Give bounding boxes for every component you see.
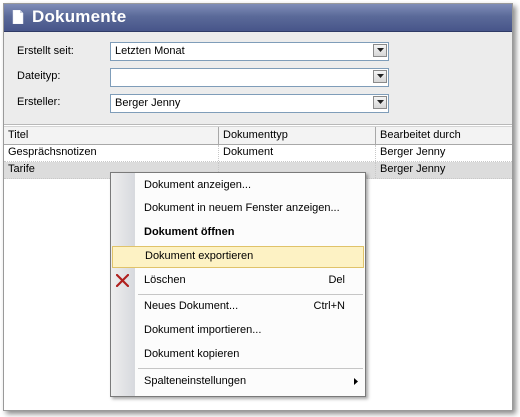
created-since-value: Letzten Monat [115,45,185,57]
column-header-type[interactable]: Dokumenttyp [219,127,376,144]
created-since-label: Erstellt seit: [17,45,74,57]
created-since-combo[interactable]: Letzten Monat [110,42,389,61]
menu-item-label: Dokument öffnen [144,226,235,238]
menu-separator [138,368,363,369]
menu-separator [138,294,363,295]
menu-item-shortcut: Ctrl+N [313,300,345,312]
chevron-down-icon [377,48,384,52]
menu-item-label: Dokument anzeigen... [144,179,252,191]
file-type-combo[interactable] [110,68,389,87]
chevron-down-icon [377,74,384,78]
menu-item-label: Dokument importieren... [144,324,262,336]
dropdown-button[interactable] [373,44,387,57]
document-icon [12,10,24,24]
column-header-title[interactable]: Titel [4,127,219,144]
creator-label: Ersteller: [17,96,61,108]
cell-type: Dokument [219,145,376,161]
table-row[interactable]: Gesprächsnotizen Dokument Berger Jenny [4,145,512,162]
menu-item-label: Dokument in neuem Fenster anzeigen... [144,202,340,214]
grid-header: Titel Dokumenttyp Bearbeitet durch [4,126,512,145]
cell-title: Gesprächsnotizen [4,145,219,161]
menu-item-open-document[interactable]: Dokument öffnen [111,222,365,244]
menu-item-show-in-new-window[interactable]: Dokument in neuem Fenster anzeigen... [111,198,365,220]
menu-item-label: Spalteneinstellungen [144,375,247,387]
column-header-edited-by[interactable]: Bearbeitet durch [376,127,512,144]
menu-item-label: Neues Dokument... [144,300,239,312]
menu-item-show-document[interactable]: Dokument anzeigen... [111,175,365,197]
title-bar: Dokumente [4,4,512,32]
file-type-label: Dateityp: [17,70,61,82]
menu-item-label: Dokument kopieren [144,348,240,360]
menu-item-new-document[interactable]: Neues Dokument... Ctrl+N [111,296,365,318]
window-title: Dokumente [32,7,127,26]
menu-item-label: Löschen [144,274,186,286]
menu-item-column-settings[interactable]: Spalteneinstellungen [111,371,365,393]
menu-item-shortcut: Del [328,274,345,286]
filter-panel: Erstellt seit: Letzten Monat Dateityp: E… [4,32,512,125]
documents-window: Dokumente Erstellt seit: Letzten Monat D… [3,3,513,411]
dropdown-button[interactable] [373,96,387,109]
creator-combo[interactable]: Berger Jenny [110,94,389,113]
context-menu: Dokument anzeigen... Dokument in neuem F… [110,172,366,397]
cell-edited-by: Berger Jenny [380,146,446,158]
chevron-down-icon [377,100,384,104]
menu-item-import-document[interactable]: Dokument importieren... [111,320,365,342]
menu-item-export-document[interactable]: Dokument exportieren [112,246,364,268]
menu-item-delete[interactable]: Löschen Del [111,270,365,292]
delete-icon [116,274,129,287]
cell-edited-by: Berger Jenny [380,163,446,175]
menu-item-label: Dokument exportieren [145,250,254,262]
dropdown-button[interactable] [373,70,387,83]
creator-value: Berger Jenny [115,97,181,109]
submenu-arrow-icon [354,378,358,385]
menu-item-copy-document[interactable]: Dokument kopieren [111,344,365,366]
